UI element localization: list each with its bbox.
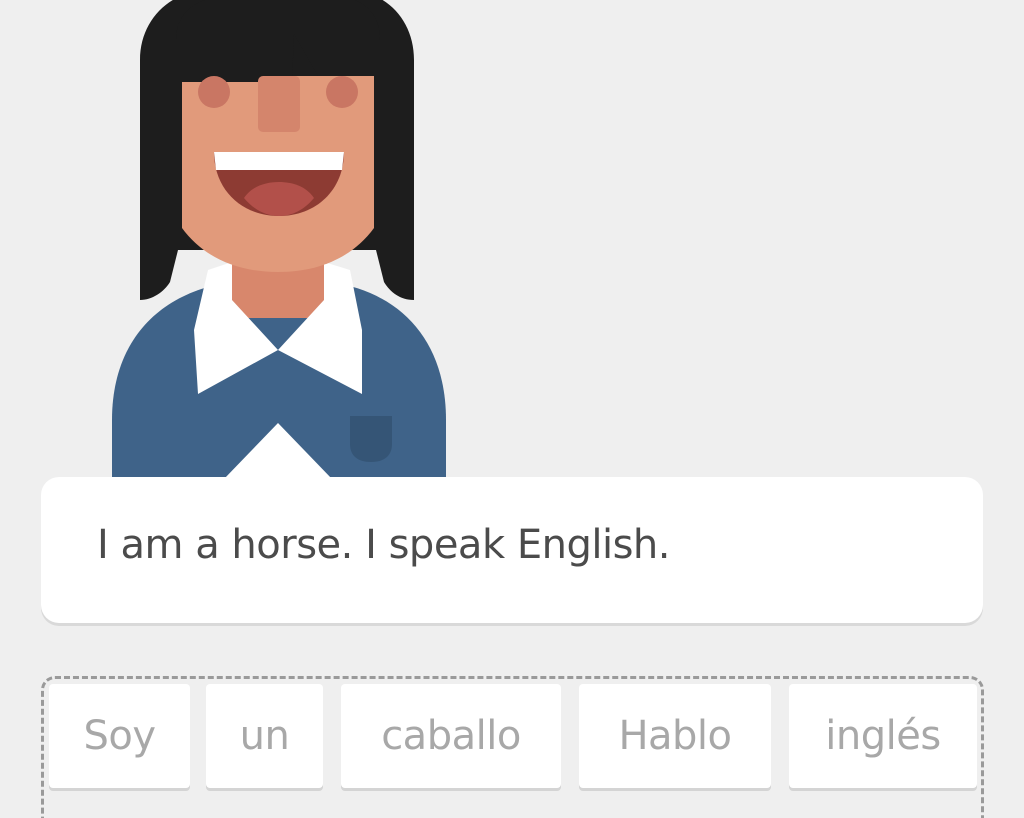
word-tile-caballo[interactable]: caballo — [341, 684, 561, 788]
character-bangs — [176, 0, 380, 82]
character-teeth — [214, 152, 344, 170]
character-nose — [258, 76, 300, 132]
word-tile-soy[interactable]: Soy — [49, 684, 190, 788]
prompt-sentence: I am a horse. I speak English. — [97, 522, 670, 568]
shirt-pocket — [350, 416, 392, 462]
lesson-screen: I am a horse. I speak English. Soy un ca… — [0, 0, 1024, 818]
character-eye-left — [198, 76, 230, 108]
word-tile-ingles[interactable]: inglés — [789, 684, 977, 788]
word-tile-hablo[interactable]: Hablo — [579, 684, 771, 788]
speech-bubble-tail — [224, 423, 332, 479]
speech-bubble: I am a horse. I speak English. — [41, 477, 983, 623]
character-eye-right — [326, 76, 358, 108]
character-illustration — [112, 0, 446, 480]
word-tile-un[interactable]: un — [206, 684, 323, 788]
